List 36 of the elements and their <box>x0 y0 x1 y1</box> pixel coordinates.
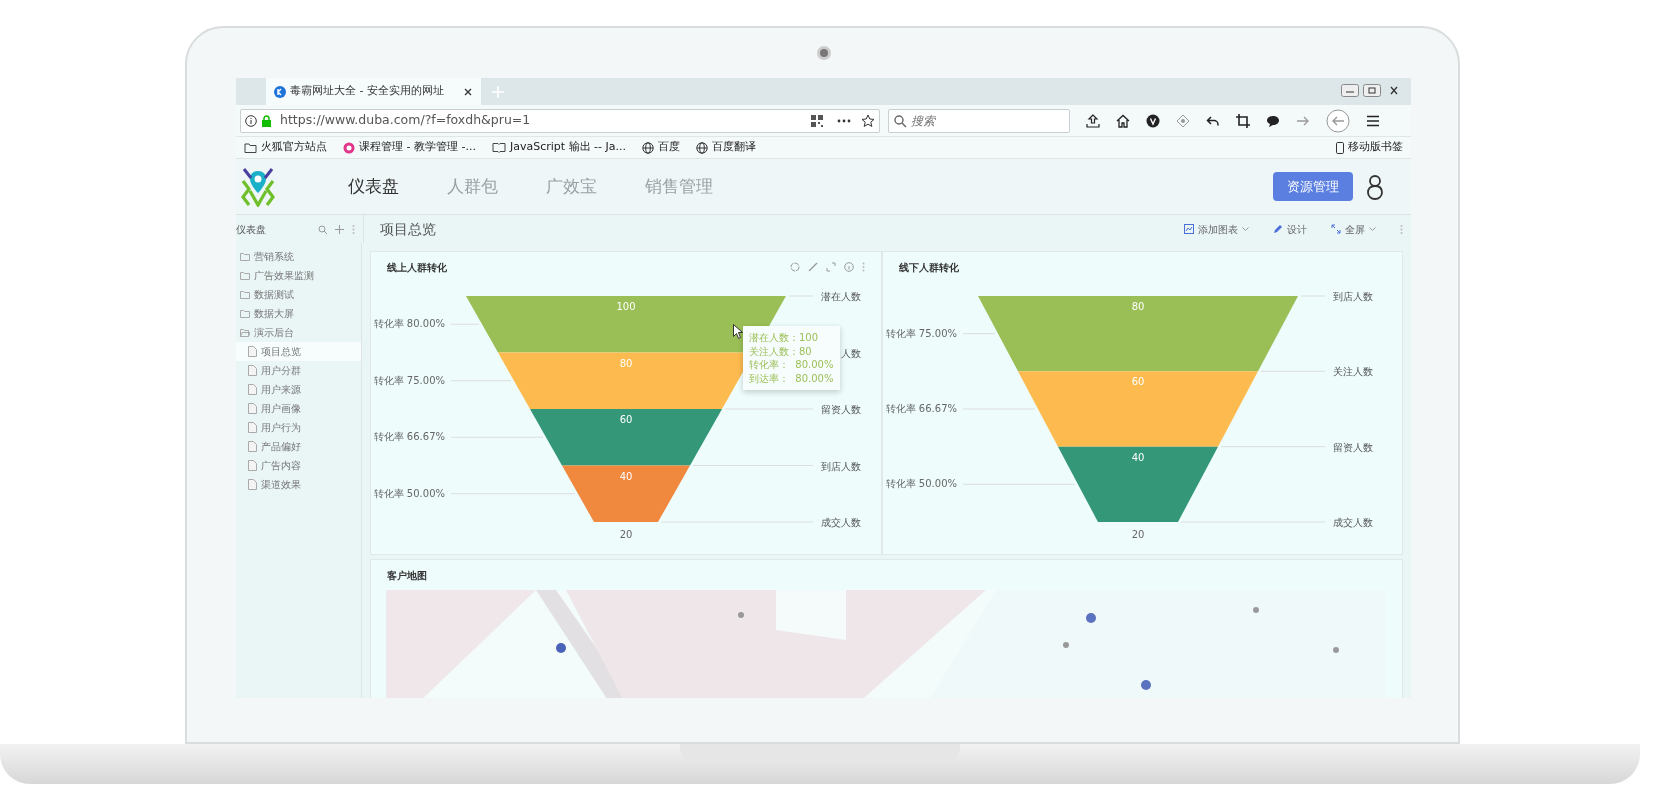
value-label: 60 <box>619 414 633 425</box>
tooltip-line: 潜在人数：100 <box>749 331 820 345</box>
value-label: 80 <box>1131 301 1145 312</box>
conversion-label: 转化率 66.67% <box>885 403 957 414</box>
conversion-label: 转化率 75.00% <box>373 374 445 386</box>
value-label: 40 <box>1131 451 1145 463</box>
conversion-label: 转化率 80.00% <box>373 318 445 330</box>
stage-label: 到店人数 <box>821 460 861 472</box>
chart-title: 客户地图 <box>387 568 427 583</box>
stage-label: 留资人数 <box>1333 441 1373 453</box>
value-label: 40 <box>619 470 633 482</box>
page-title: 项目总览 <box>380 219 436 239</box>
stage-label: 成交人数 <box>1333 517 1373 528</box>
value-label: 20 <box>1131 529 1145 540</box>
conversion-label: 转化率 75.00% <box>885 327 957 339</box>
tooltip-line: 转化率： 80.00% <box>749 358 834 372</box>
stage-label: 到店人数 <box>1333 291 1373 302</box>
chart-title: 线上人群转化 <box>387 260 447 275</box>
tooltip-line: 到达率： 80.00% <box>749 371 834 385</box>
stage-label: 人数 <box>841 347 861 359</box>
tooltip-line: 关注人数：80 <box>749 344 813 358</box>
stage-label: 潜在人数 <box>821 291 861 302</box>
stage-label: 留资人数 <box>821 404 861 415</box>
conversion-label: 转化率 66.67% <box>373 431 445 443</box>
value-label: 20 <box>619 529 633 540</box>
value-label: 80 <box>619 357 633 369</box>
conversion-label: 转化率 50.00% <box>885 478 957 490</box>
stage-label: 成交人数 <box>821 517 861 528</box>
conversion-label: 转化率 50.00% <box>373 487 445 499</box>
sidebar-title: 仪表盘 <box>236 222 266 237</box>
tab-title: 毒霸网址大全 - 安全实用的网址 <box>290 83 445 100</box>
stage-label: 关注人数 <box>1333 366 1373 378</box>
url-text: https://www.duba.com/?f=foxdh&pru=1 <box>280 111 531 130</box>
value-label: 60 <box>1131 376 1145 388</box>
chart-title: 线下人群转化 <box>899 260 959 275</box>
value-label: 100 <box>616 301 636 312</box>
